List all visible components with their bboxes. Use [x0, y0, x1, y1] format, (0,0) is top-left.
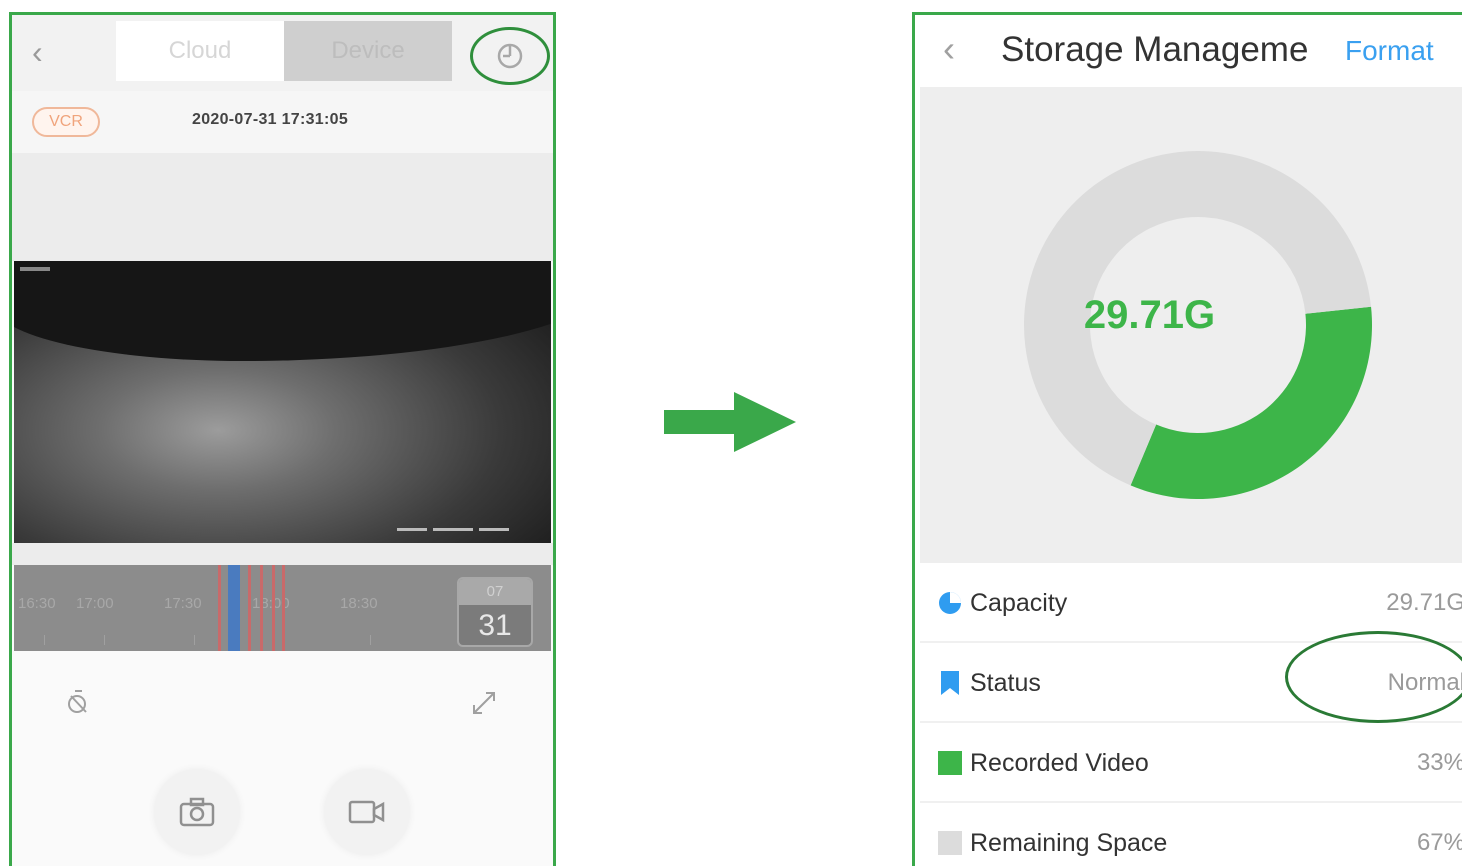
back-icon[interactable]: ‹	[32, 36, 56, 68]
capacity-label: Capacity	[970, 589, 1068, 617]
playback-timestamp: 2020-07-31 17:31:05	[192, 111, 349, 128]
vcr-badge[interactable]: VCR	[32, 107, 100, 137]
expand-icon[interactable]	[468, 687, 500, 719]
timeline-tick	[370, 635, 371, 645]
storage-info-list: Capacity 29.71G Status Normal Recorded V…	[920, 563, 1462, 866]
status-label: Status	[970, 669, 1041, 697]
status-highlight-ring	[1285, 631, 1462, 723]
spacer	[12, 153, 553, 261]
info-row: VCR 2020-07-31 17:31:05	[12, 91, 553, 153]
recording-marker	[260, 565, 263, 651]
video-dark-region	[14, 261, 551, 361]
page-title: Storage Manageme	[1001, 30, 1309, 69]
list-item-remaining-space: Remaining Space 67%	[920, 803, 1462, 866]
pie-icon	[939, 592, 961, 614]
timeline-label: 17:00	[76, 595, 114, 612]
timeline-label: 17:30	[164, 595, 202, 612]
video-feed[interactable]	[14, 261, 551, 543]
storage-history-button[interactable]	[470, 27, 550, 85]
green-square-icon	[938, 751, 962, 775]
video-record-icon	[348, 800, 385, 824]
storage-chart-panel: 29.71G	[920, 87, 1462, 563]
tab-cloud[interactable]: Cloud	[116, 21, 284, 81]
playback-timeline[interactable]: 16:30 17:00 17:30 18:00 18:30 07 31	[14, 565, 551, 651]
storage-header: ‹ Storage Manageme Format	[915, 15, 1462, 87]
spacer	[12, 543, 553, 565]
video-osd-timestamp	[397, 521, 537, 535]
playback-screen: ‹ Cloud Device VCR 2020-07-31 17:31:05 1…	[9, 12, 556, 866]
timeline-tick	[104, 635, 105, 645]
remaining-space-value: 67%	[1416, 829, 1462, 856]
remaining-space-label: Remaining Space	[970, 829, 1168, 857]
date-day: 31	[478, 609, 512, 642]
capacity-value: 29.71G	[1386, 589, 1462, 616]
gray-square-icon	[938, 831, 962, 855]
back-icon[interactable]: ‹	[943, 29, 955, 69]
recording-marker	[218, 565, 221, 651]
recording-marker	[272, 565, 275, 651]
timeline-cursor[interactable]	[228, 565, 240, 651]
format-button[interactable]: Format	[1345, 33, 1434, 69]
list-item-recorded-video: Recorded Video 33%	[920, 723, 1462, 803]
tutorial-image: ‹ Cloud Device VCR 2020-07-31 17:31:05 1…	[0, 0, 1462, 866]
snapshot-button[interactable]	[154, 769, 240, 855]
date-picker-button[interactable]: 07 31	[457, 577, 533, 647]
timeline-tick	[194, 635, 195, 645]
timeline-label: 18:30	[340, 595, 378, 612]
recorded-video-label: Recorded Video	[970, 749, 1149, 777]
recording-marker	[248, 565, 251, 651]
mute-icon[interactable]	[62, 687, 92, 717]
playback-controls	[12, 651, 553, 866]
arrow-right-icon	[664, 392, 796, 452]
recording-marker	[282, 565, 285, 651]
source-tabs: Cloud Device	[116, 21, 452, 81]
tab-device[interactable]: Device	[284, 21, 452, 81]
video-osd-label	[20, 267, 50, 271]
history-icon	[497, 43, 523, 69]
record-button[interactable]	[324, 769, 410, 855]
camera-icon	[179, 797, 215, 827]
capacity-center-value: 29.71G	[1083, 293, 1216, 337]
storage-management-screen: ‹ Storage Manageme Format 29.71G Capacit…	[912, 12, 1462, 866]
timeline-label: 16:30	[18, 595, 56, 612]
date-month: 07	[459, 579, 531, 605]
recorded-video-value: 33%	[1416, 749, 1462, 776]
timeline-tick	[44, 635, 45, 645]
bookmark-icon	[941, 671, 959, 695]
playback-top-bar: ‹ Cloud Device	[12, 15, 553, 91]
